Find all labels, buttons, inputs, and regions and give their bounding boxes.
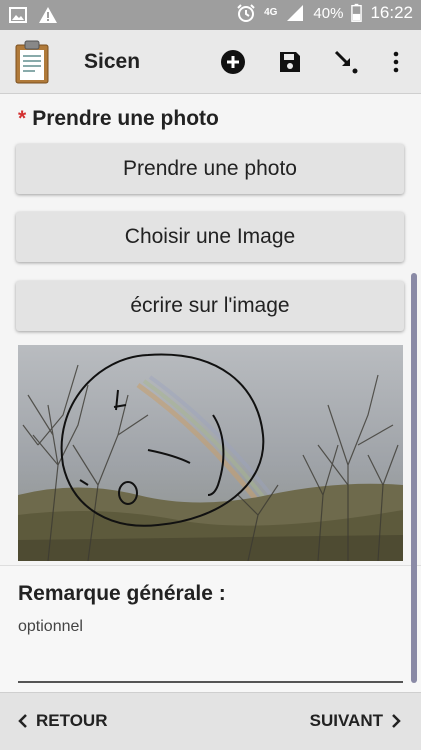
- remark-input[interactable]: [18, 681, 403, 683]
- draw-on-image-button[interactable]: écrire sur l'image: [16, 281, 404, 331]
- take-photo-button[interactable]: Prendre une photo: [16, 144, 404, 194]
- battery-icon: [351, 3, 363, 22]
- scrollbar[interactable]: [411, 273, 417, 683]
- choose-image-button[interactable]: Choisir une Image: [16, 212, 404, 262]
- remark-title: Remarque générale :: [18, 582, 226, 605]
- network-label: 4G: [264, 7, 278, 18]
- app-title: Sicen: [84, 50, 141, 73]
- next-label: SUIVANT: [309, 711, 383, 730]
- image-notification-icon: [9, 7, 27, 23]
- add-circle-icon: [221, 50, 245, 74]
- signal-icon: [287, 5, 304, 21]
- save-button[interactable]: [276, 48, 304, 76]
- question-title: * Prendre une photo: [18, 107, 219, 131]
- next-button[interactable]: SUIVANT: [310, 711, 401, 731]
- finalize-button[interactable]: [332, 48, 360, 76]
- chevron-left-icon: [18, 714, 27, 728]
- form-content: * Prendre une photo Prendre une photo Cho…: [0, 95, 421, 692]
- back-button[interactable]: RETOUR: [18, 711, 107, 731]
- finalize-icon: [334, 50, 358, 74]
- status-bar: 4G 40% 16:22: [0, 0, 421, 30]
- clipboard-icon: [15, 40, 49, 84]
- app-toolbar: Sicen: [0, 30, 421, 94]
- question-label: Prendre une photo: [32, 107, 219, 130]
- chevron-right-icon: [392, 714, 401, 728]
- alarm-icon: [237, 4, 255, 22]
- bottom-nav: RETOUR SUIVANT: [0, 692, 421, 750]
- add-button[interactable]: [219, 48, 247, 76]
- save-icon: [280, 52, 300, 72]
- photo-preview[interactable]: [18, 345, 403, 561]
- photo-image: [18, 345, 403, 561]
- required-marker: *: [18, 107, 27, 130]
- clock: 16:22: [370, 3, 413, 22]
- overflow-menu-button[interactable]: [382, 48, 410, 76]
- remark-section: Remarque générale : optionnel: [0, 566, 421, 692]
- warning-icon: [39, 7, 57, 23]
- back-label: RETOUR: [36, 711, 108, 730]
- more-vertical-icon: [393, 51, 399, 73]
- battery-percent: 40%: [313, 4, 344, 22]
- remark-hint: optionnel: [18, 618, 83, 635]
